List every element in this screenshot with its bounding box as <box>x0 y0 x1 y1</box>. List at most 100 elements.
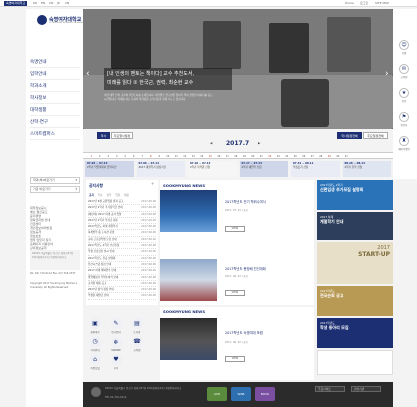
footer-badge-buck[interactable]: BUCK <box>255 387 275 401</box>
calendar-day[interactable]: 22 <box>266 153 275 160</box>
footer-badge-ace[interactable]: ACE <box>207 387 227 401</box>
calendar-event[interactable]: 07.17 ~ 07.23 2학기 재입학 신청 <box>239 161 288 177</box>
calendar-day[interactable]: 5 <box>121 153 130 160</box>
lang-en[interactable]: EN <box>41 1 45 6</box>
quick-link[interactable]: ✎ 입시안내 <box>107 318 125 334</box>
rail-item[interactable]: ★ 동문 <box>396 88 412 103</box>
footer-badge-wab[interactable]: WAB <box>231 387 251 401</box>
calendar-day[interactable]: 29 <box>325 153 334 160</box>
calendar-day[interactable]: 25 <box>291 153 300 160</box>
footer-orgs-select[interactable]: 관련기관 <box>351 386 381 392</box>
banner-1[interactable]: 2017학년도 2학기 신편입생 추가모집 설명회 <box>317 180 393 210</box>
calendar-day[interactable]: 10 <box>164 153 173 160</box>
calendar-day[interactable]: 2 <box>96 153 105 160</box>
news-thumb-1[interactable] <box>160 190 217 232</box>
calendar-next-icon[interactable]: ▶ <box>258 141 260 145</box>
nav-item-smart-campus[interactable]: 스마트캠퍼스 <box>30 130 80 140</box>
lang-cn[interactable]: CN <box>49 1 53 6</box>
calendar-day[interactable]: 12 <box>181 153 190 160</box>
lang-jp[interactable]: JP <box>57 1 60 6</box>
banner-3[interactable]: 2017 START-UP <box>317 242 393 284</box>
rail-item[interactable]: ✉ 교직원 <box>396 64 412 79</box>
calendar-day[interactable]: 27 <box>308 153 317 160</box>
calendar-day[interactable]: 19 <box>240 153 249 160</box>
calendar-day[interactable]: 4 <box>113 153 122 160</box>
calendar-day[interactable]: 3 <box>104 153 113 160</box>
tab-academic[interactable]: 학사 <box>97 132 110 139</box>
sitemap-link[interactable]: SITE MAP <box>375 1 389 6</box>
calendar-day[interactable]: 15 <box>206 153 215 160</box>
calendar-day[interactable]: 8 <box>147 153 156 160</box>
calendar-day[interactable]: 17 <box>223 153 232 160</box>
calendar-event[interactable]: 07.03 ~ 07.13 2학기 학업계획서 입력기간 <box>85 161 134 177</box>
home-link[interactable]: Home <box>345 1 354 6</box>
quick-link[interactable]: ▤ 도서관 <box>128 318 146 334</box>
rail-item[interactable]: ⚑ 방문자 <box>396 112 412 127</box>
calendar-day[interactable]: 16 <box>215 153 224 160</box>
nav-item-campus-life[interactable]: 대학생활 <box>30 106 80 116</box>
rail-item[interactable]: ☺ 학생 <box>396 40 412 55</box>
quick-link[interactable]: ❄ SNOWE <box>107 336 125 352</box>
news-view-button-3[interactable]: VIEW <box>225 356 245 362</box>
nav-item-academic[interactable]: 학사정보 <box>30 94 80 104</box>
banner-2[interactable]: 2017 하계 계절학기 안내 <box>317 212 393 240</box>
calendar-day[interactable]: 18 <box>232 153 241 160</box>
calendar-day[interactable]: 1 <box>87 153 96 160</box>
notice-tab[interactable]: 학사 <box>98 193 103 197</box>
calendar-day[interactable]: 6 <box>130 153 139 160</box>
institution-select[interactable]: 기관 바로가기 ▾ <box>30 186 80 193</box>
nav-item-admission[interactable]: 입학안내 <box>30 70 80 80</box>
calendar-event[interactable]: 07.06 ~ 07.14 2017 계절학기 정정기간 <box>136 161 185 177</box>
tab-major-events[interactable]: 주요행사일정 <box>111 132 133 139</box>
quick-link[interactable]: ♥ 기부 <box>107 354 125 370</box>
calendar-day[interactable]: 26 <box>300 153 309 160</box>
footer-sites-select[interactable]: 주요사이트 <box>315 386 345 392</box>
calendar-day[interactable]: 24 <box>283 153 292 160</box>
news-title-2[interactable]: 2017학년도 총장배 친선대회 <box>225 266 305 271</box>
calendar-day[interactable]: 30 <box>334 153 343 160</box>
news-view-button-1[interactable]: VIEW <box>225 226 245 232</box>
rail-item[interactable]: ♜ 예비숙명인 <box>396 136 412 151</box>
notice-row[interactable]: 학생증 재발급 안내 2017.06.00 <box>88 293 156 300</box>
academic-calendar-all-button[interactable]: 학사일정전체 <box>337 132 362 139</box>
news-title-3[interactable]: 2017학년도 숙명여대 포럼 <box>225 330 305 335</box>
news-view-button-2[interactable]: VIEW <box>225 290 245 296</box>
banner-4[interactable]: 2017학년도 전국순회 공고 <box>317 286 393 316</box>
major-events-all-button[interactable]: 주요일정전체 <box>363 132 388 139</box>
banner-5[interactable]: 2017학년도 학생 동아리 모집 <box>317 318 393 348</box>
notice-tab[interactable]: 장학 <box>107 193 112 197</box>
quick-link[interactable]: ☎ 교직원 <box>128 336 146 352</box>
calendar-day[interactable]: 7 <box>138 153 147 160</box>
department-select[interactable]: 학과(부)바로가기 ▾ <box>30 177 80 184</box>
calendar-event[interactable]: 08.26 ~ 08.14 2학기 휴학 신청 <box>342 161 391 177</box>
login-link[interactable]: 로그인 <box>360 1 368 6</box>
calendar-prev-icon[interactable]: ◀ <box>210 141 212 145</box>
calendar-day[interactable]: 13 <box>189 153 198 160</box>
hero-prev-arrow-icon[interactable]: ‹ <box>86 69 90 79</box>
calendar-day[interactable]: 11 <box>172 153 181 160</box>
calendar-day[interactable]: 14 <box>198 153 207 160</box>
notice-tab[interactable]: 입찰 <box>115 193 120 197</box>
banner-6[interactable] <box>317 350 393 375</box>
calendar-day[interactable]: 23 <box>274 153 283 160</box>
news-thumb-3[interactable] <box>160 318 217 360</box>
calendar-day[interactable]: 21 <box>257 153 266 160</box>
calendar-day[interactable]: 31 <box>342 153 351 160</box>
news-thumb-2[interactable] <box>160 259 217 301</box>
calendar-day[interactable]: 20 <box>249 153 258 160</box>
lang-vn[interactable]: VN <box>65 1 69 6</box>
hero-next-arrow-icon[interactable]: › <box>385 69 389 79</box>
calendar-event[interactable]: 07.10 ~ 07.14 2학기 복학원 신청 <box>188 161 237 177</box>
nav-item-departments[interactable]: 학과소개 <box>30 82 80 92</box>
nav-item-research[interactable]: 산학·연구 <box>30 118 80 128</box>
quick-link[interactable]: ◷ 학사안내 <box>86 336 104 352</box>
top-brand[interactable]: 숙명여자대학교 <box>4 1 28 6</box>
calendar-day[interactable]: 9 <box>155 153 164 160</box>
quick-link[interactable]: ⌂ 숙명포털 <box>86 354 104 370</box>
nav-item-about[interactable]: 숙명안내 <box>30 58 80 68</box>
calendar-event[interactable]: 07.31 ~ 08.11 학점포기 신청 <box>291 161 340 177</box>
quick-link[interactable]: ▣ 청파대학 <box>86 318 104 334</box>
calendar-day[interactable]: 28 <box>317 153 326 160</box>
notice-more-icon[interactable]: + <box>151 181 154 186</box>
notice-tab[interactable]: 채용 <box>124 193 129 197</box>
